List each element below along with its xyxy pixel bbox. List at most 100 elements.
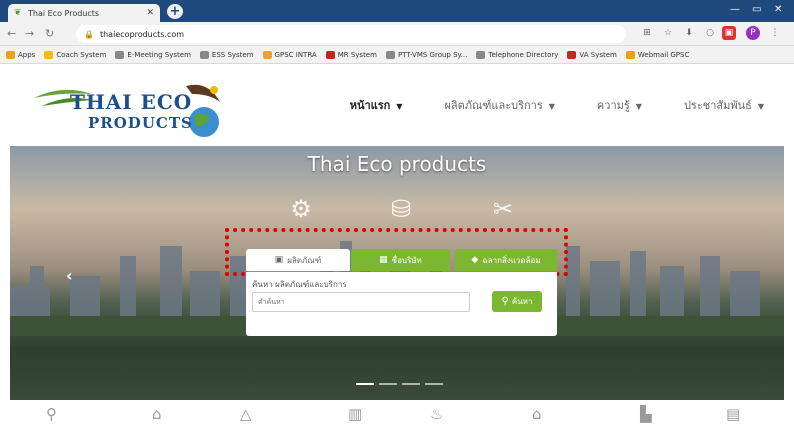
bookmark-item[interactable]: MR System	[325, 50, 377, 59]
leaf-favicon-icon: ❦	[14, 7, 22, 18]
carousel-dot[interactable]	[356, 383, 374, 385]
profile-avatar-icon[interactable]: P	[746, 26, 760, 40]
factory-icon[interactable]: ▙	[640, 404, 652, 424]
tab-title: Thai Eco Products	[28, 8, 100, 18]
tab-eco-label[interactable]: ◆ ฉลากสิ่งแวดล้อม	[455, 249, 557, 271]
nav-home-label: หน้าแรก	[349, 99, 391, 112]
minimize-icon[interactable]: —	[730, 5, 740, 15]
bookmark-label: Webmail GPSC	[637, 50, 690, 59]
bookmark-label: Apps	[18, 50, 36, 59]
tab-company-label: ชื่อบริษัท	[391, 255, 422, 265]
extension-icon[interactable]: ○	[703, 26, 717, 40]
chevron-down-icon: ▼	[548, 101, 555, 111]
box-icon: ▣	[274, 255, 284, 265]
desk-lamp-icon[interactable]: ⌂	[152, 404, 162, 424]
bookmark-label: MR System	[337, 50, 377, 59]
search-button-label: ค้นหา	[511, 297, 533, 306]
bookmarks-bar: Apps Coach System E-Meeting System ESS Syst…	[0, 46, 794, 64]
bookmark-item[interactable]: Coach System	[44, 50, 107, 59]
nav-knowledge-label: ความรู้	[596, 99, 630, 112]
close-tab-icon[interactable]: ✕	[146, 8, 154, 18]
carousel-prev-icon[interactable]: ‹	[66, 266, 73, 285]
site-header: THAI ECO PRODUCTS หน้าแรก ▼ ผลิตภัณฑ์และบ…	[10, 64, 784, 146]
bookmark-label: VA System	[579, 50, 617, 59]
bookmark-item[interactable]: Apps	[6, 50, 36, 59]
bookmark-icon	[625, 50, 635, 59]
bookmark-label: Telephone Directory	[488, 50, 559, 59]
url-text: thaiecoproducts.com	[99, 29, 185, 39]
search-label: ค้นหา ผลิตภัณฑ์และบริการ	[252, 280, 347, 289]
url-field[interactable]: 🔒 thaiecoproducts.com	[76, 25, 626, 43]
cleaning-icon[interactable]: ♨	[430, 404, 443, 424]
nav-products-services[interactable]: ผลิตภัณฑ์และบริการ ▼	[444, 96, 554, 114]
bookmark-icon	[476, 50, 486, 59]
logo-text-line2: PRODUCTS	[88, 114, 193, 132]
lamp-icon[interactable]: ⚲	[46, 404, 57, 424]
nav-knowledge[interactable]: ความรู้ ▼	[597, 96, 642, 114]
forward-icon[interactable]: →	[25, 28, 34, 40]
lock-icon: 🔒	[84, 29, 94, 39]
bookmark-item[interactable]: GPSC INTRA	[262, 50, 317, 59]
reload-icon[interactable]: ↻	[45, 28, 54, 40]
chevron-down-icon: ▼	[635, 101, 642, 111]
translate-icon[interactable]: ⊞	[640, 26, 654, 40]
bookmark-label: Coach System	[56, 50, 107, 59]
nav-home[interactable]: หน้าแรก ▼	[350, 96, 403, 114]
bookmark-item[interactable]: PTT-VMS Group Sy...	[385, 50, 468, 59]
furniture-icon[interactable]: ▥	[348, 404, 362, 424]
close-window-icon[interactable]: ✕	[774, 5, 782, 15]
bookmark-label: E-Meeting System	[127, 50, 191, 59]
hero-title: Thai Eco products	[307, 152, 487, 176]
bookmark-item[interactable]: E-Meeting System	[115, 50, 191, 59]
search-input[interactable]	[252, 292, 470, 312]
tools-icon: ✂	[492, 195, 514, 223]
search-button[interactable]: ⚲ ค้นหา	[492, 291, 542, 312]
address-bar: ← → ↻ 🔒 thaiecoproducts.com ⊞ ☆ ⬇ ○ ▣ P …	[0, 22, 794, 46]
browser-tab[interactable]: ❦ Thai Eco Products ✕	[8, 4, 160, 22]
pdf-extension-icon[interactable]: ▣	[722, 26, 736, 40]
search-icon: ⚲	[501, 296, 509, 307]
building-icon: ▦	[379, 255, 388, 265]
bookmark-item[interactable]: ESS System	[199, 50, 254, 59]
bookmark-icon	[325, 50, 335, 59]
logo-text-line1: THAI ECO	[70, 90, 193, 114]
main-nav: หน้าแรก ▼ ผลิตภัณฑ์และบริการ ▼ ความรู้ ▼ ปร…	[350, 96, 764, 114]
carousel-dot[interactable]	[402, 383, 420, 385]
bookmark-item[interactable]: VA System	[567, 50, 617, 59]
chevron-down-icon: ▼	[396, 101, 403, 111]
menu-kebab-icon[interactable]: ⋮	[768, 26, 782, 40]
nav-public-relations[interactable]: ประชาสัมพันธ์ ▼	[684, 96, 764, 114]
carousel-dots	[356, 383, 443, 385]
house-icon[interactable]: ⌂	[532, 404, 542, 424]
browser-titlebar: ❦ Thai Eco Products ✕ + — ▭ ✕	[0, 0, 794, 22]
nav-pr-label: ประชาสัมพันธ์	[683, 99, 752, 112]
carousel-dot[interactable]	[379, 383, 397, 385]
chevron-down-icon: ▼	[757, 101, 764, 111]
building-icon[interactable]: ▤	[726, 404, 740, 424]
back-icon[interactable]: ←	[7, 28, 16, 40]
tab-products-label: ผลิตภัณฑ์	[287, 255, 322, 265]
tab-eco-label-text: ฉลากสิ่งแวดล้อม	[482, 255, 541, 265]
bookmark-item[interactable]: Telephone Directory	[476, 50, 559, 59]
bookmark-icon	[567, 50, 577, 59]
bookmark-label: ESS System	[211, 50, 254, 59]
bookmark-label: GPSC INTRA	[274, 50, 317, 59]
bookmark-icon	[199, 50, 209, 59]
bookmark-icon	[115, 50, 125, 59]
tab-company[interactable]: ▦ ชื่อบริษัท	[351, 249, 450, 271]
tag-icon: ◆	[471, 255, 479, 265]
bookmark-label: PTT-VMS Group Sy...	[397, 50, 468, 59]
bookmark-icon	[262, 50, 272, 59]
nav-products-label: ผลิตภัณฑ์และบริการ	[444, 99, 543, 112]
bookmark-star-icon[interactable]: ☆	[661, 26, 675, 40]
bookmark-item[interactable]: Webmail GPSC	[625, 50, 690, 59]
download-icon[interactable]: ⬇	[682, 26, 696, 40]
roof-icon[interactable]: △	[240, 404, 252, 424]
maximize-icon[interactable]: ▭	[752, 5, 761, 15]
new-tab-button[interactable]: +	[167, 4, 183, 19]
bookmark-icon	[44, 50, 54, 59]
carousel-dot[interactable]	[425, 383, 443, 385]
bookmark-icon	[6, 50, 15, 59]
tab-products[interactable]: ▣ ผลิตภัณฑ์	[246, 249, 350, 271]
site-logo[interactable]: THAI ECO PRODUCTS	[32, 80, 232, 140]
